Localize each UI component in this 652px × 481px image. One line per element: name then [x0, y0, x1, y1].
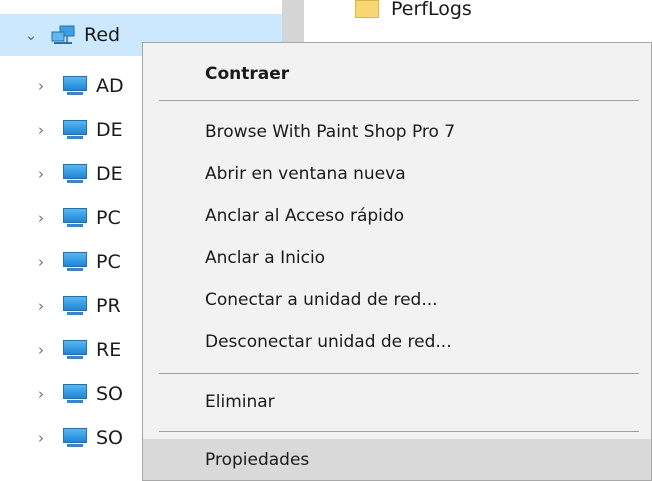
computer-icon [62, 427, 88, 449]
tree-item-label: PC [96, 207, 121, 229]
computer-icon [62, 163, 88, 185]
chevron-right-icon[interactable]: › [32, 165, 50, 183]
menu-separator [159, 373, 639, 374]
menu-item-label: Abrir en ventana nueva [205, 164, 406, 184]
menu-item-contraer[interactable]: Contraer [143, 53, 651, 95]
chevron-right-icon[interactable]: › [32, 77, 50, 95]
chevron-down-icon[interactable]: ⌄ [22, 26, 40, 44]
chevron-right-icon[interactable]: › [32, 385, 50, 403]
tree-item-label: SO [96, 383, 124, 405]
network-icon [50, 24, 76, 46]
menu-item-label: Conectar a unidad de red... [205, 290, 438, 310]
menu-item-properties[interactable]: Propiedades [143, 439, 651, 480]
chevron-right-icon[interactable]: › [32, 297, 50, 315]
menu-item-pin-quick-access[interactable]: Anclar al Acceso rápido [143, 195, 651, 237]
tree-item-label: Red [84, 24, 121, 46]
chevron-right-icon[interactable]: › [32, 341, 50, 359]
menu-item-browse-paint-shop[interactable]: Browse With Paint Shop Pro 7 [143, 111, 651, 153]
computer-icon [62, 251, 88, 273]
menu-item-label: Anclar a Inicio [205, 248, 326, 268]
chevron-right-icon[interactable]: › [32, 121, 50, 139]
computer-icon [62, 75, 88, 97]
computer-icon [62, 207, 88, 229]
menu-item-label: Anclar al Acceso rápido [205, 206, 405, 226]
menu-item-map-network-drive[interactable]: Conectar a unidad de red... [143, 279, 651, 321]
tree-item-label: RE [96, 339, 122, 361]
folder-icon [355, 0, 379, 18]
tree-item-label: AD [96, 75, 124, 97]
computer-icon [62, 383, 88, 405]
menu-item-open-new-window[interactable]: Abrir en ventana nueva [143, 153, 651, 195]
chevron-right-icon[interactable]: › [32, 209, 50, 227]
menu-item-label: Eliminar [205, 392, 275, 412]
chevron-right-icon[interactable]: › [32, 253, 50, 271]
tree-item-label: SO [96, 427, 124, 449]
tree-item-label: DE [96, 163, 123, 185]
folder-label: PerfLogs [391, 0, 472, 20]
computer-icon [62, 339, 88, 361]
menu-item-label: Browse With Paint Shop Pro 7 [205, 122, 456, 142]
menu-item-label: Desconectar unidad de red... [205, 332, 452, 352]
menu-separator [159, 431, 639, 432]
menu-separator [159, 100, 639, 101]
tree-item-label: PR [96, 295, 121, 317]
menu-item-delete[interactable]: Eliminar [143, 381, 651, 423]
content-folder-item[interactable]: PerfLogs [355, 0, 472, 22]
menu-item-pin-start[interactable]: Anclar a Inicio [143, 237, 651, 279]
tree-item-label: PC [96, 251, 121, 273]
computer-icon [62, 295, 88, 317]
tree-item-label: DE [96, 119, 123, 141]
menu-item-disconnect-network-drive[interactable]: Desconectar unidad de red... [143, 321, 651, 363]
menu-item-label: Contraer [205, 64, 290, 84]
chevron-right-icon[interactable]: › [32, 429, 50, 447]
context-menu: Contraer Browse With Paint Shop Pro 7 Ab… [142, 42, 652, 481]
computer-icon [62, 119, 88, 141]
menu-item-label: Propiedades [205, 449, 310, 470]
